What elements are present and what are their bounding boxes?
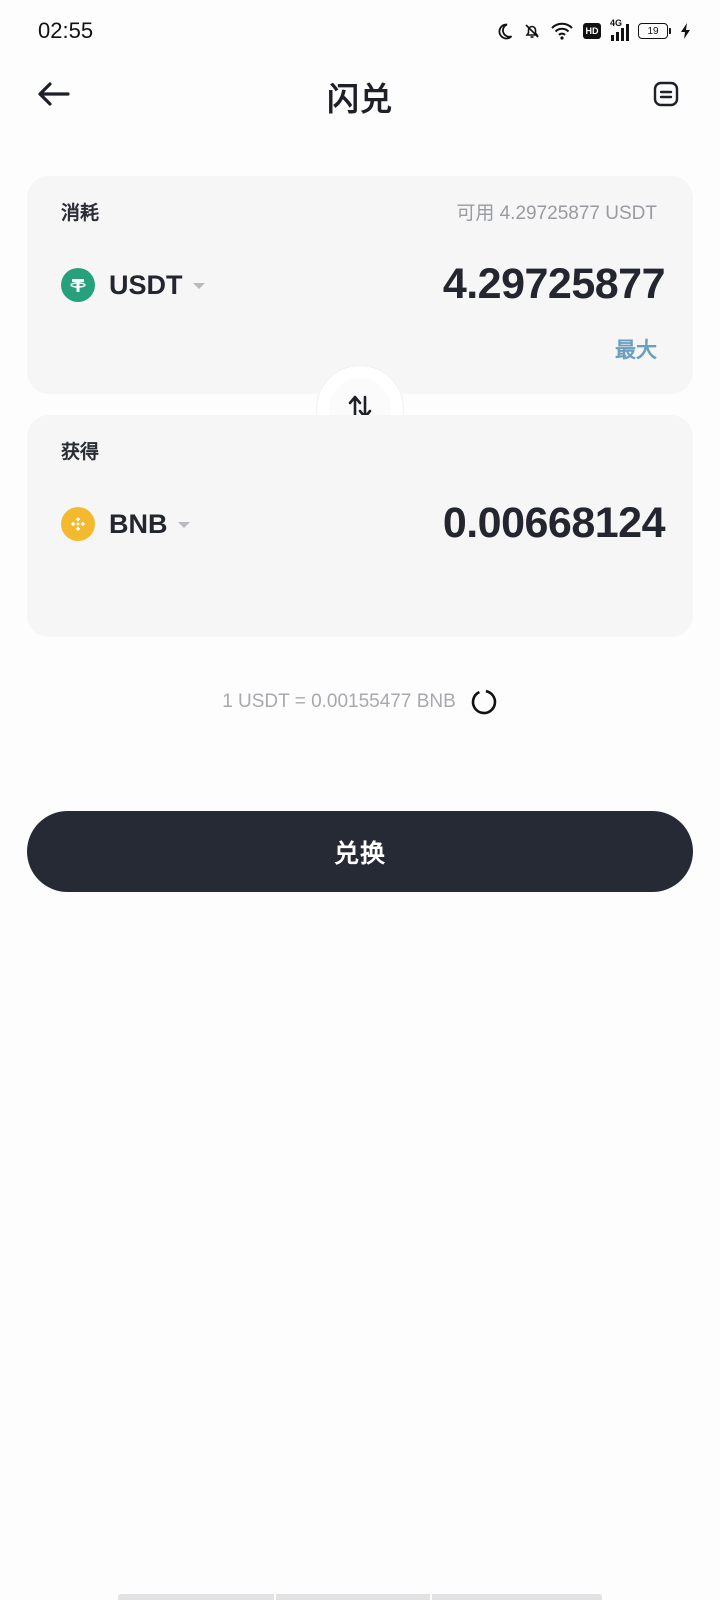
- network-label: 4G: [610, 18, 623, 28]
- pay-amount[interactable]: 4.29725877: [443, 260, 666, 309]
- gesture-nav-bar[interactable]: [118, 1594, 602, 1600]
- get-card: 获得 BNB 0.00668124: [27, 415, 693, 637]
- charging-icon: [680, 22, 692, 40]
- document-list-icon: [652, 80, 680, 113]
- pay-card: 消耗 可用 4.29725877 USDT USDT 4.29725877 最大: [27, 176, 693, 394]
- bnb-logo-icon: [61, 507, 95, 541]
- usdt-logo-icon: [61, 268, 95, 302]
- header: 闪兑: [0, 62, 720, 132]
- status-time: 02:55: [38, 18, 94, 43]
- bell-muted-icon: [523, 22, 541, 40]
- nav-divider: [274, 1594, 276, 1600]
- exchange-rate: 1 USDT = 0.00155477 BNB: [0, 688, 720, 716]
- battery-icon: 19: [638, 23, 671, 39]
- available-balance: 可用 4.29725877 USDT: [456, 203, 657, 224]
- signal-4g-icon: 4G: [610, 18, 629, 41]
- pay-label: 消耗: [61, 203, 100, 224]
- get-label: 获得: [61, 442, 100, 463]
- status-icons: HD 4G 19: [496, 18, 692, 44]
- hd-icon: HD: [583, 23, 601, 39]
- caret-down-icon: [192, 283, 205, 289]
- nav-divider: [430, 1594, 432, 1600]
- page-title: 闪兑: [326, 81, 393, 117]
- moon-icon: [496, 22, 514, 40]
- caret-down-icon: [177, 522, 190, 528]
- wifi-icon: [550, 22, 574, 40]
- get-token-selector[interactable]: BNB: [61, 506, 190, 542]
- pay-token-name: USDT: [109, 269, 183, 300]
- get-token-name: BNB: [109, 508, 168, 539]
- history-button[interactable]: [648, 78, 684, 114]
- status-bar: 02:55 HD 4G 19: [0, 0, 720, 62]
- exchange-rate-text: 1 USDT = 0.00155477 BNB: [222, 691, 456, 712]
- pay-token-selector[interactable]: USDT: [61, 267, 205, 303]
- exchange-button[interactable]: 兑换: [27, 811, 693, 892]
- battery-level: 19: [647, 25, 659, 37]
- get-amount: 0.00668124: [442, 499, 666, 547]
- hd-text: HD: [585, 26, 599, 36]
- refresh-countdown-icon[interactable]: [470, 688, 498, 716]
- max-button[interactable]: 最大: [615, 334, 657, 364]
